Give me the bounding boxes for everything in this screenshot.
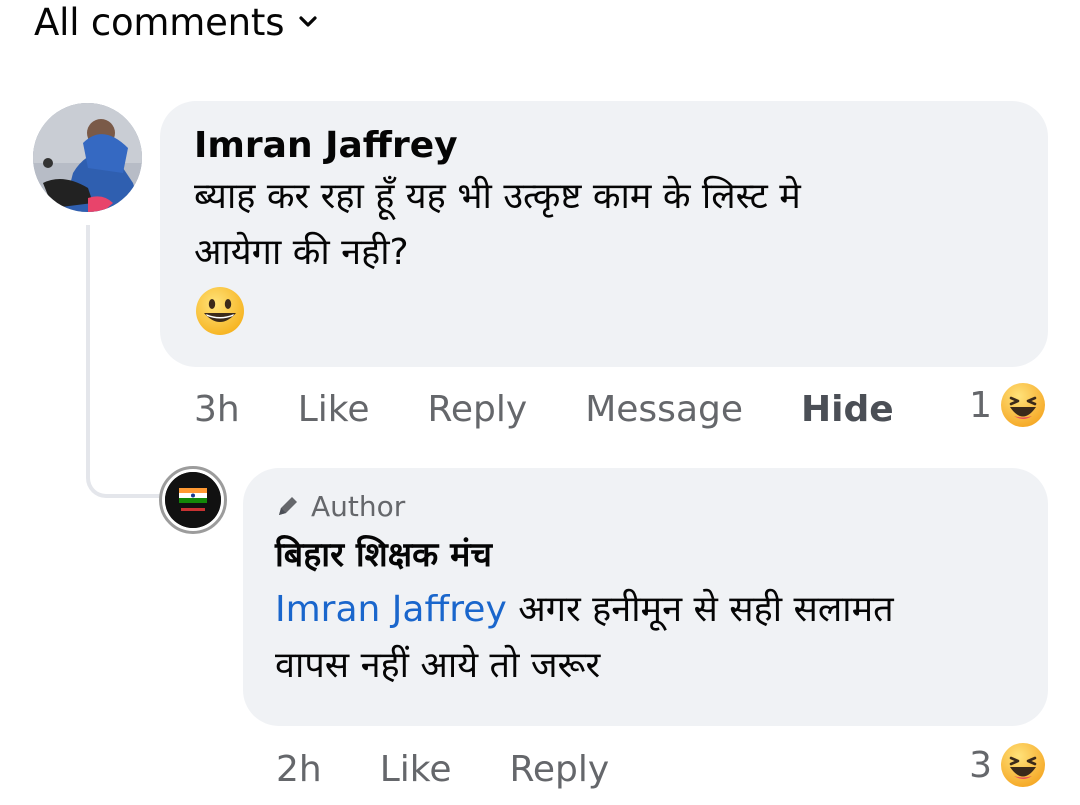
like-button[interactable]: Like	[380, 749, 452, 790]
comment-text-segment: अगर हनीमून से सही सलामत	[506, 589, 894, 630]
reply-actions: 2h Like Reply	[276, 744, 667, 794]
comment-text-line: आयेगा की नही?	[194, 232, 409, 273]
hide-button[interactable]: Hide	[801, 389, 894, 430]
laughing-face-icon	[1000, 742, 1046, 788]
avatar[interactable]	[33, 103, 142, 212]
comment-author[interactable]: बिहार शिक्षक मंच	[275, 528, 1016, 582]
reaction-summary[interactable]: 1	[969, 382, 1046, 428]
sort-label: All comments	[34, 0, 285, 44]
like-button[interactable]: Like	[298, 389, 370, 430]
reaction-count: 3	[969, 744, 992, 786]
chevron-down-icon	[298, 12, 318, 32]
mention-link[interactable]: Imran Jaffrey	[275, 589, 507, 630]
reply-bubble: Author बिहार शिक्षक मंच Imran Jaffrey अग…	[243, 468, 1048, 726]
reply-button[interactable]: Reply	[510, 749, 610, 790]
reaction-summary[interactable]: 3	[969, 742, 1046, 788]
reaction-count: 1	[969, 384, 992, 426]
comment-text-line: वापस नहीं आये तो जरूर	[275, 645, 601, 686]
pencil-icon	[275, 493, 301, 519]
comment-timestamp[interactable]: 3h	[194, 389, 240, 430]
page-avatar[interactable]	[159, 466, 227, 534]
comment-bubble: Imran Jaffrey ब्याह कर रहा हूँ यह भी उत्…	[160, 101, 1048, 367]
comment-actions: 3h Like Reply Message Hide	[194, 384, 952, 434]
author-badge-label: Author	[311, 489, 406, 523]
comment-author[interactable]: Imran Jaffrey	[194, 123, 1014, 169]
message-button[interactable]: Message	[585, 389, 743, 430]
all-comments-dropdown[interactable]: All comments	[34, 0, 318, 44]
laughing-face-icon	[1000, 382, 1046, 428]
author-badge: Author	[275, 488, 1016, 524]
grinning-face-icon	[194, 287, 246, 341]
reply-thread-line	[86, 225, 166, 498]
comment-text-line: ब्याह कर रहा हूँ यह भी उत्कृष्ट काम के ल…	[194, 176, 801, 217]
comment-text-line: Imran Jaffrey अगर हनीमून से सही सलामत	[275, 582, 1016, 638]
reply-button[interactable]: Reply	[428, 389, 528, 430]
reply-timestamp[interactable]: 2h	[276, 749, 322, 790]
